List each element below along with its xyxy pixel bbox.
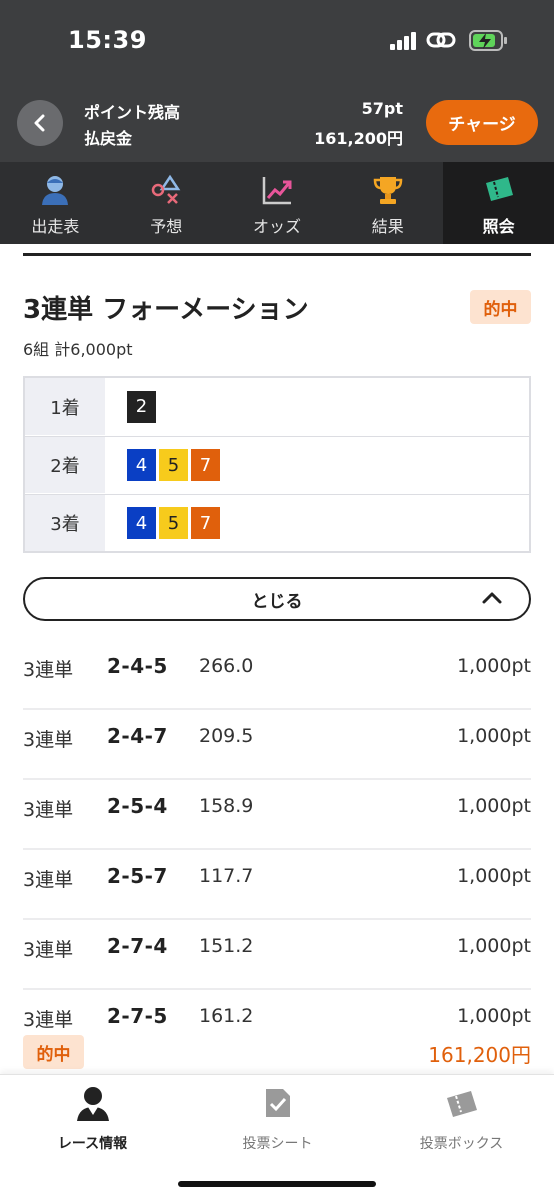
- racer-number-box: 5: [159, 507, 188, 539]
- bet-type: 3連単: [23, 729, 74, 751]
- battery-charging-icon: [469, 30, 507, 51]
- bet-amount: 1,000pt: [457, 725, 531, 747]
- tab-label: 出走表: [31, 217, 80, 236]
- racer-number-box: 7: [191, 449, 220, 481]
- result-hit-badge: 的中: [23, 1035, 84, 1069]
- ticket-icon: [482, 173, 516, 207]
- racer-number-box: 7: [191, 507, 220, 539]
- bet-amount: 1,000pt: [457, 865, 531, 887]
- back-button[interactable]: [17, 100, 63, 146]
- formation-row-2: 2着 4 5 7: [25, 436, 529, 493]
- formation-row-1: 1着 2: [25, 378, 529, 435]
- racer-icon: [73, 1083, 113, 1123]
- close-label: とじる: [251, 591, 303, 612]
- bet-amount: 1,000pt: [457, 1005, 531, 1027]
- nav-vote-sheet[interactable]: 投票シート: [185, 1075, 370, 1165]
- trophy-icon: [371, 173, 405, 207]
- tab-prediction[interactable]: 予想: [111, 162, 222, 244]
- home-indicator: [178, 1181, 376, 1187]
- link-icon: [426, 32, 456, 48]
- bet-odds: 158.9: [199, 795, 254, 817]
- bet-row: 3連単 2-5-7 117.7 1,000pt: [23, 850, 531, 920]
- bet-amount: 1,000pt: [457, 795, 531, 817]
- ticket-box-icon: [442, 1083, 482, 1123]
- bet-combination: 2-5-7: [107, 864, 168, 888]
- chevron-left-icon: [34, 114, 45, 132]
- racer-number-box: 2: [127, 390, 156, 423]
- bet-title: 3連単 フォーメーション: [23, 295, 309, 325]
- racer-number-box: 5: [159, 449, 188, 481]
- bet-row: 3連単 2-7-5 161.2 1,000pt: [23, 990, 531, 1035]
- points-label: ポイント残高: [84, 103, 181, 122]
- section-divider: [23, 253, 531, 256]
- status-time: 15:39: [68, 26, 147, 54]
- bet-amount: 1,000pt: [457, 655, 531, 677]
- charge-button[interactable]: チャージ: [426, 100, 538, 145]
- signal-icon: [390, 32, 416, 50]
- refund-value: 161,200円: [314, 129, 403, 148]
- bet-type: 3連単: [23, 869, 74, 891]
- bet-summary: 6組 計6,000pt: [23, 340, 133, 359]
- tab-odds[interactable]: オッズ: [222, 162, 333, 244]
- bet-row: 3連単 2-4-7 209.5 1,000pt: [23, 710, 531, 780]
- tab-label: 結果: [371, 217, 404, 236]
- racer-number-box: 4: [127, 449, 156, 481]
- racer-number-box: 4: [127, 507, 156, 539]
- formation-row-3: 3着 4 5 7: [25, 494, 529, 551]
- app-header: 15:39 ポイント残高 払戻金 57pt 161,200円 チャージ: [0, 0, 554, 162]
- bet-combination: 2-4-7: [107, 724, 168, 748]
- bet-odds: 117.7: [199, 865, 254, 887]
- bet-row: 3連単 2-4-5 266.0 1,000pt: [23, 640, 531, 710]
- tab-label: オッズ: [252, 217, 301, 236]
- bet-row: 3連単 2-7-4 151.2 1,000pt: [23, 920, 531, 990]
- tab-results[interactable]: 結果: [332, 162, 443, 244]
- place-label: 2着: [25, 437, 105, 493]
- bet-type: 3連単: [23, 939, 74, 961]
- tab-label: 予想: [150, 217, 183, 236]
- shapes-icon: [149, 173, 183, 207]
- bet-combination: 2-7-5: [107, 1004, 168, 1028]
- trend-chart-icon: [260, 173, 294, 207]
- bet-odds: 151.2: [199, 935, 254, 957]
- hit-badge: 的中: [470, 290, 531, 324]
- close-button[interactable]: とじる: [23, 577, 531, 621]
- status-icons: [390, 30, 507, 51]
- tab-label: 照会: [482, 217, 515, 236]
- bet-combination: 2-4-5: [107, 654, 168, 678]
- bet-amount: 1,000pt: [457, 935, 531, 957]
- payout-amount: 161,200円: [428, 1043, 531, 1067]
- bet-odds: 266.0: [199, 655, 254, 677]
- nav-label: 投票シート: [242, 1136, 313, 1152]
- bet-odds: 209.5: [199, 725, 254, 747]
- points-value: 57pt: [361, 99, 403, 118]
- nav-vote-box[interactable]: 投票ボックス: [369, 1075, 554, 1165]
- refund-label: 払戻金: [84, 129, 133, 148]
- place-label: 3着: [25, 495, 105, 551]
- vote-sheet-icon: [258, 1083, 298, 1123]
- tab-entry-list[interactable]: 出走表: [0, 162, 111, 244]
- chevron-up-icon: [482, 592, 502, 604]
- bet-type: 3連単: [23, 659, 74, 681]
- place-label: 1着: [25, 378, 105, 435]
- person-icon: [38, 173, 72, 207]
- tab-inquiry[interactable]: 照会: [443, 162, 554, 244]
- race-tab-nav: 出走表 予想 オッズ 結果 照会: [0, 162, 554, 244]
- bet-type: 3連単: [23, 1009, 74, 1031]
- bet-type: 3連単: [23, 799, 74, 821]
- nav-label: レース情報: [57, 1136, 128, 1152]
- formation-table: 1着 2 2着 4 5 7 3着 4 5 7: [23, 376, 531, 553]
- bet-odds: 161.2: [199, 1005, 254, 1027]
- nav-race-info[interactable]: レース情報: [0, 1075, 185, 1165]
- bet-row: 3連単 2-5-4 158.9 1,000pt: [23, 780, 531, 850]
- bet-combination: 2-7-4: [107, 934, 168, 958]
- bet-combination: 2-5-4: [107, 794, 168, 818]
- nav-label: 投票ボックス: [419, 1136, 504, 1152]
